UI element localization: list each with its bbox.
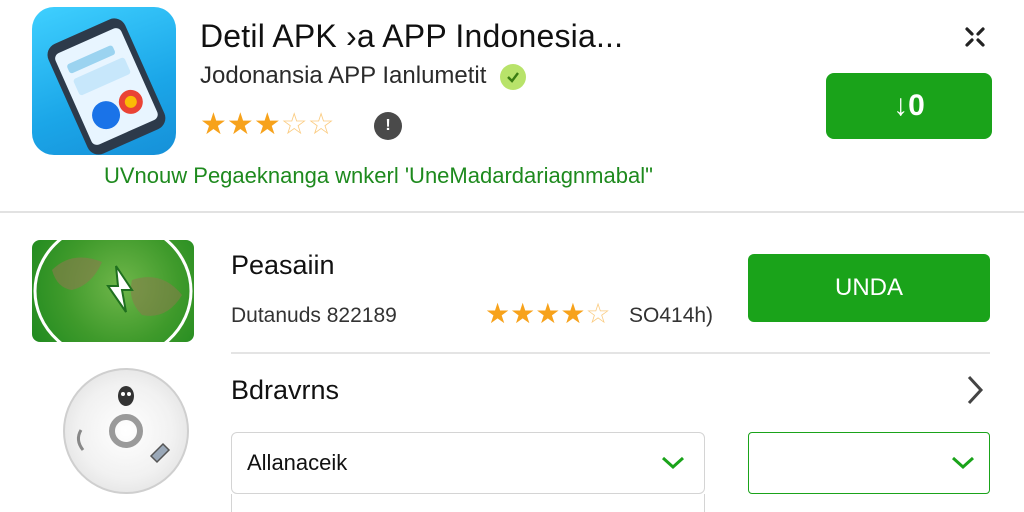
disc-icon[interactable] — [63, 368, 189, 494]
star-half-icon: ☆ — [585, 298, 611, 329]
developer-name[interactable]: Jodonansia APP Ianlumetit — [200, 62, 486, 90]
install-button[interactable]: UNDA — [748, 254, 990, 322]
select-field-body — [231, 494, 705, 512]
star-half-icon: ☆ — [280, 108, 308, 141]
download-count: Dutanuds 822189 — [231, 304, 397, 327]
star-icon: ★ — [253, 108, 281, 141]
app-icon — [32, 7, 176, 155]
item-title: Peasaiin — [231, 250, 335, 280]
divider — [231, 352, 990, 354]
check-icon — [660, 448, 686, 479]
file-size: SO414h) — [629, 304, 714, 327]
item-rating-stars: ★ ★ ★ ★ ☆ — [485, 300, 611, 328]
check-icon — [950, 448, 976, 479]
promo-note: UVnouw Pegaeknanga wnkerl 'UneMadardaria… — [104, 163, 653, 188]
globe-icon[interactable] — [32, 240, 194, 342]
star-icon: ★ — [485, 298, 511, 329]
item-title: Bdravrns — [231, 375, 340, 405]
download-button[interactable]: ↓0 — [826, 73, 992, 139]
app-rating-stars: ★ ★ ★ ☆ ☆ — [200, 110, 335, 140]
info-icon[interactable]: ! — [374, 112, 402, 140]
star-empty-icon: ☆ — [307, 108, 335, 141]
verified-badge-icon — [500, 64, 526, 90]
star-icon: ★ — [535, 298, 561, 329]
divider — [0, 211, 1024, 213]
select-value: Allanaceik — [247, 450, 348, 475]
star-icon: ★ — [226, 108, 254, 141]
star-icon: ★ — [200, 108, 227, 141]
star-icon: ★ — [510, 298, 536, 329]
close-icon — [965, 27, 985, 47]
close-button[interactable] — [960, 22, 990, 52]
app-title: Detil APK ›a APP Indonesia... — [200, 18, 624, 54]
phone-app-icon — [47, 18, 166, 155]
chevron-right-icon[interactable] — [964, 374, 986, 414]
star-icon: ★ — [560, 298, 586, 329]
